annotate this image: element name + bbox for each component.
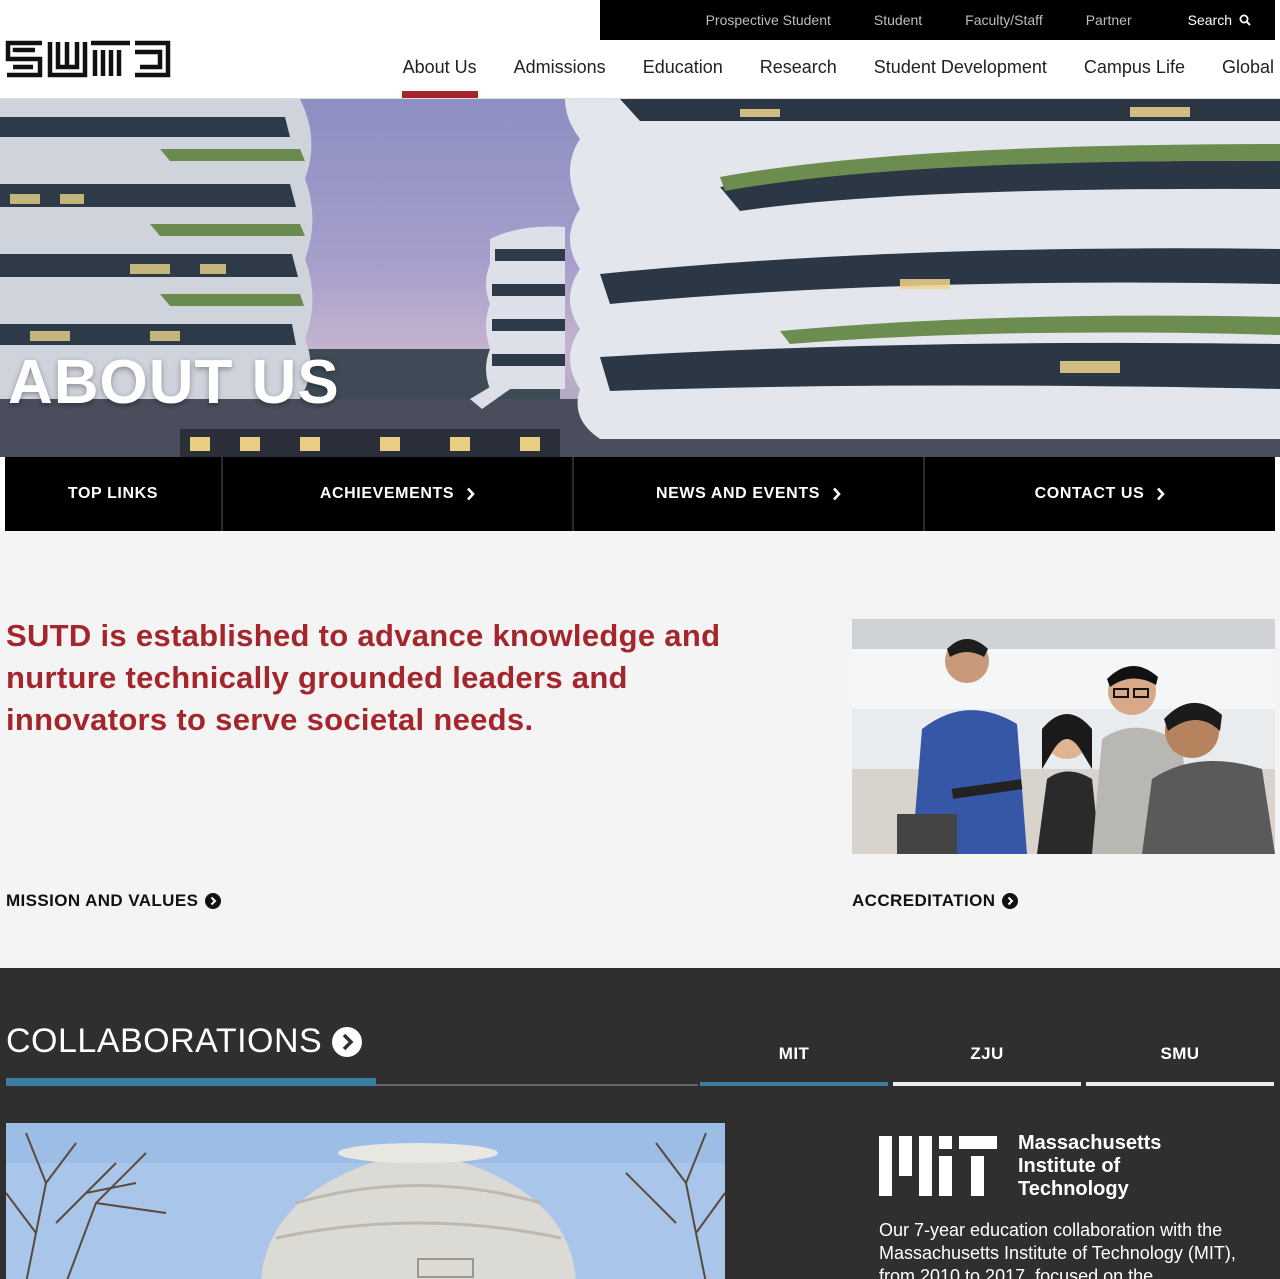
- tab-indicator: [893, 1082, 1081, 1086]
- tab-zju[interactable]: ZJU: [893, 1034, 1081, 1086]
- tab-indicator: [1086, 1082, 1274, 1086]
- chevron-right-icon: [1156, 487, 1166, 501]
- tab-indicator: [700, 1082, 888, 1086]
- nav-item-education[interactable]: Education: [643, 40, 723, 98]
- utility-link-student[interactable]: Student: [874, 12, 922, 28]
- sutd-logo[interactable]: [5, 40, 171, 78]
- intro-section: SUTD is established to advance knowledge…: [0, 531, 1280, 968]
- nav-item-global[interactable]: Global: [1222, 40, 1274, 98]
- accreditation-label: ACCREDITATION: [852, 891, 996, 910]
- mission-and-values-link[interactable]: MISSION AND VALUES: [6, 891, 222, 911]
- tab-label: ZJU: [970, 1044, 1004, 1063]
- collaborations-section: COLLABORATIONS MIT ZJU SMU Massachusetts…: [0, 968, 1280, 1279]
- collaborations-underline: [6, 1078, 376, 1086]
- nav-item-research[interactable]: Research: [760, 40, 837, 98]
- collaborations-heading-link[interactable]: COLLABORATIONS: [6, 1022, 363, 1061]
- search-icon: [1239, 14, 1251, 26]
- collaborations-title: COLLABORATIONS: [6, 1022, 323, 1060]
- tab-label: SMU: [1160, 1044, 1200, 1063]
- nav-item-student-development[interactable]: Student Development: [874, 40, 1047, 98]
- subtab-achievements[interactable]: ACHIEVEMENTS: [223, 457, 574, 531]
- tab-smu[interactable]: SMU: [1086, 1034, 1274, 1086]
- mit-dome-photo: [6, 1123, 725, 1279]
- nav-item-admissions[interactable]: Admissions: [514, 40, 606, 98]
- arrow-circle-right-icon: [1002, 893, 1019, 909]
- subtab-label: ACHIEVEMENTS: [319, 485, 455, 502]
- mit-name-line: Institute of: [1018, 1155, 1121, 1177]
- accreditation-link[interactable]: ACCREDITATION: [852, 891, 1019, 911]
- search-button[interactable]: Search: [1188, 12, 1251, 28]
- arrow-circle-right-icon: [205, 893, 222, 909]
- mit-name-line: Massachusetts: [1018, 1132, 1162, 1154]
- hero-banner: ABOUT US: [0, 99, 1280, 457]
- utility-link-prospective-student[interactable]: Prospective Student: [706, 12, 831, 28]
- subtab-label: TOP LINKS: [67, 485, 159, 502]
- utility-nav: Prospective Student Student Faculty/Staf…: [600, 0, 1275, 40]
- utility-link-faculty-staff[interactable]: Faculty/Staff: [965, 12, 1043, 28]
- page-title: ABOUT US: [8, 348, 340, 417]
- search-label: Search: [1187, 12, 1232, 28]
- subtab-label: CONTACT US: [1034, 485, 1145, 502]
- mission-statement: SUTD is established to advance knowledge…: [6, 618, 721, 737]
- mission-and-values-label: MISSION AND VALUES: [6, 891, 199, 910]
- mit-name: Massachusetts Institute of Technology: [1018, 1132, 1161, 1201]
- utility-link-partner[interactable]: Partner: [1086, 12, 1132, 28]
- tab-label: MIT: [778, 1044, 810, 1063]
- main-nav: About Us Admissions Education Research S…: [366, 40, 1274, 98]
- chevron-right-icon: [466, 487, 475, 501]
- subtab-label: NEWS AND EVENTS: [656, 485, 820, 502]
- mit-logo: [879, 1136, 997, 1196]
- nav-item-about-us[interactable]: About Us: [401, 40, 478, 98]
- sutd-logo-mark: [5, 40, 171, 78]
- subtab-top-links[interactable]: TOP LINKS: [5, 457, 223, 531]
- mit-name-line: Technology: [1018, 1178, 1129, 1200]
- section-subnav: TOP LINKS ACHIEVEMENTS NEWS AND EVENTS C…: [5, 457, 1275, 531]
- students-photo: [852, 619, 1275, 854]
- subtab-news-and-events[interactable]: NEWS AND EVENTS: [574, 457, 925, 531]
- tab-mit[interactable]: MIT: [700, 1034, 888, 1086]
- nav-item-campus-life[interactable]: Campus Life: [1084, 40, 1185, 98]
- chevron-right-icon: [832, 487, 841, 501]
- mit-description: Our 7-year education collaboration with …: [879, 1220, 1236, 1279]
- arrow-circle-right-icon: [332, 1026, 363, 1057]
- subtab-contact-us[interactable]: CONTACT US: [925, 457, 1275, 531]
